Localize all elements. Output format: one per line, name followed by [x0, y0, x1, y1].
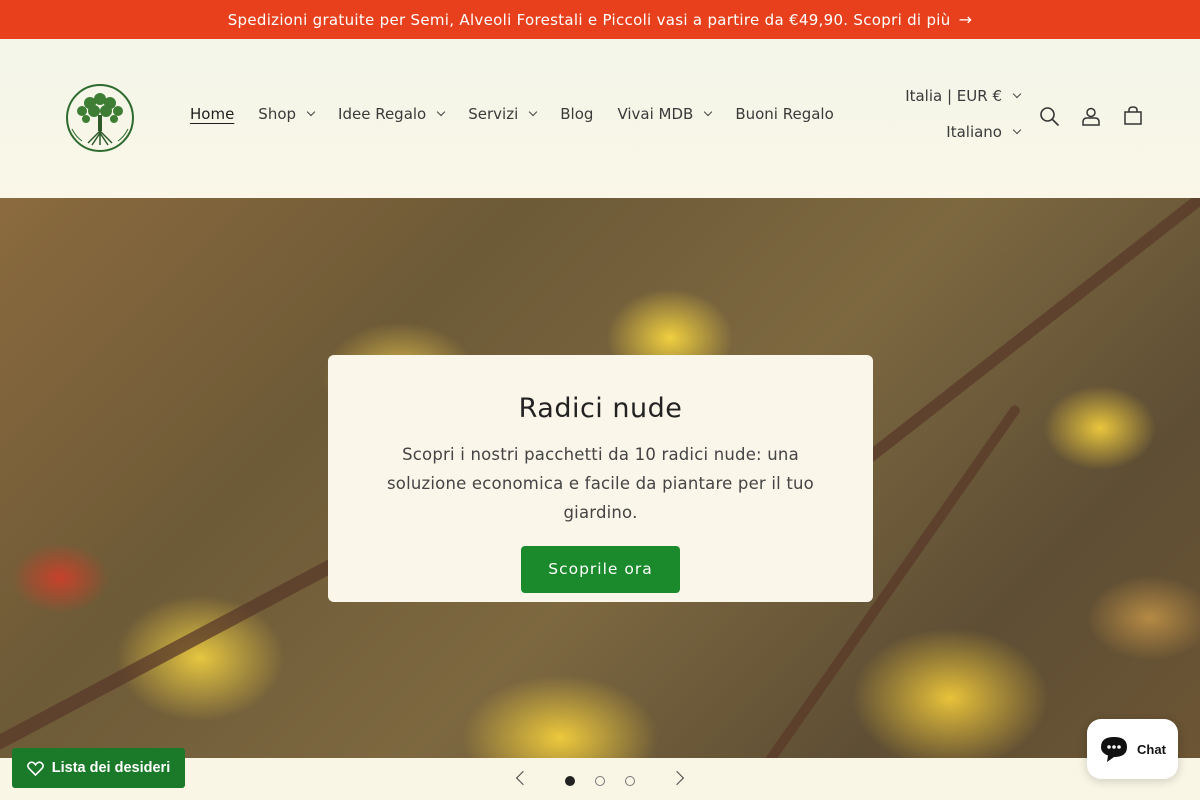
nav-item-label: Buoni Regalo — [735, 105, 834, 123]
nav-item-idee-regalo[interactable]: Idee Regalo — [338, 105, 446, 123]
chevron-down-icon — [529, 107, 538, 117]
hero-slideshow: Radici nude Scopri i nostri pacchetti da… — [0, 198, 1200, 758]
account-icon[interactable] — [1080, 105, 1102, 127]
announcement-bar[interactable]: Spedizioni gratuite per Semi, Alveoli Fo… — [0, 0, 1200, 39]
site-header: Home Shop Idee Regalo Servizi Blog Vivai… — [0, 39, 1200, 198]
country-label: Italia | EUR € — [905, 87, 1002, 105]
nav-item-blog[interactable]: Blog — [560, 105, 593, 123]
slide-dot-1[interactable] — [565, 776, 575, 786]
chevron-down-icon — [437, 107, 446, 117]
decorative-branch — [815, 198, 1200, 502]
nav-item-servizi[interactable]: Servizi — [468, 105, 538, 123]
tree-logo-icon — [66, 84, 134, 152]
nav-item-label: Servizi — [468, 105, 519, 123]
chevron-left-icon[interactable] — [515, 770, 531, 786]
slide-dot-2[interactable] — [595, 776, 605, 786]
chat-button[interactable]: Chat — [1087, 719, 1178, 779]
cart-icon[interactable] — [1122, 105, 1144, 127]
localization-selectors: Italia | EUR € Italiano — [905, 87, 1022, 141]
hero-card: Radici nude Scopri i nostri pacchetti da… — [328, 355, 873, 602]
nav-item-label: Home — [190, 105, 235, 123]
language-selector[interactable]: Italiano — [946, 123, 1022, 141]
header-icons — [1038, 105, 1144, 127]
wishlist-label: Lista dei desideri — [51, 760, 171, 776]
heart-icon — [26, 760, 44, 776]
language-label: Italiano — [946, 123, 1002, 141]
chevron-down-icon — [1012, 125, 1022, 135]
slide-dot-3[interactable] — [625, 776, 635, 786]
announcement-text[interactable]: Spedizioni gratuite per Semi, Alveoli Fo… — [228, 11, 951, 29]
wishlist-button[interactable]: Lista dei desideri — [12, 748, 185, 788]
hero-text: Scopri i nostri pacchetti da 10 radici n… — [387, 445, 814, 522]
chat-label: Chat — [1137, 741, 1166, 757]
arrow-right-icon: → — [958, 10, 973, 29]
logo[interactable] — [62, 81, 138, 155]
discover-button[interactable]: Scoprile ora — [521, 546, 680, 593]
nav-item-home[interactable]: Home — [190, 105, 234, 123]
chevron-down-icon — [1012, 89, 1022, 99]
country-selector[interactable]: Italia | EUR € — [905, 87, 1022, 105]
chevron-right-icon[interactable] — [669, 770, 685, 786]
chevron-down-icon — [306, 107, 316, 117]
hero-title: Radici nude — [518, 393, 683, 424]
nav-item-label: Shop — [258, 105, 297, 123]
search-icon[interactable] — [1038, 105, 1060, 127]
nav-item-buoni-regalo[interactable]: Buoni Regalo — [735, 105, 833, 123]
main-nav: Home Shop Idee Regalo Servizi Blog Vivai… — [190, 105, 858, 123]
nav-item-label: Blog — [560, 105, 594, 123]
nav-item-label: Idee Regalo — [338, 105, 427, 123]
nav-item-shop[interactable]: Shop — [258, 105, 316, 123]
nav-item-vivai-mdb[interactable]: Vivai MDB — [617, 105, 713, 123]
nav-item-label: Vivai MDB — [617, 105, 694, 123]
chevron-down-icon — [704, 107, 713, 117]
chat-bubble-icon — [1101, 737, 1128, 762]
